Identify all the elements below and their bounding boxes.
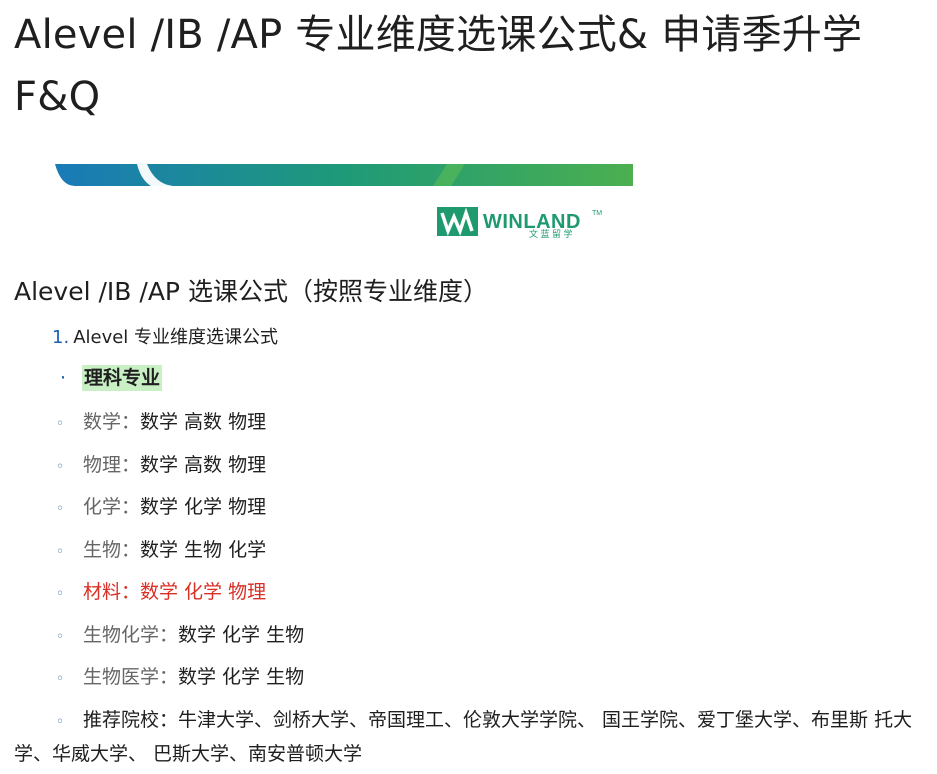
- hollow-circle-icon: ◦: [56, 671, 65, 687]
- subject-row: ◦ 生物：数学 生物 化学: [56, 534, 266, 568]
- subject-label: 数学：: [83, 411, 141, 433]
- ordered-list-item: 1. Alevel 专业维度选课公式: [52, 324, 278, 352]
- winland-banner: WINLAND TM 文 蓝 留 学: [55, 164, 635, 244]
- highlighted-category: 理科专业: [82, 365, 163, 391]
- subject-label: 材料：: [83, 581, 141, 603]
- recommended-label: 推荐院校：: [83, 709, 179, 731]
- hollow-circle-icon: ◦: [56, 501, 65, 517]
- banner-graphic: WINLAND TM 文 蓝 留 学: [55, 164, 633, 239]
- hollow-circle-icon: ◦: [56, 714, 65, 730]
- subject-value: 数学 化学 物理: [140, 581, 267, 603]
- list-number: 1.: [52, 327, 70, 348]
- subject-row: ◦ 化学：数学 化学 物理: [56, 491, 266, 525]
- subject-row: ◦ 物理：数学 高数 物理: [56, 449, 266, 483]
- subject-label: 物理：: [83, 454, 141, 476]
- subject-label: 生物化学：: [83, 624, 179, 646]
- hollow-circle-icon: ◦: [56, 459, 65, 475]
- bullet-item: · 理科专业: [60, 362, 163, 394]
- hollow-circle-icon: ◦: [56, 544, 65, 560]
- subject-value: 数学 化学 生物: [178, 624, 305, 646]
- subject-value: 数学 化学 物理: [140, 496, 267, 518]
- hollow-circle-icon: ◦: [56, 416, 65, 432]
- subject-row: ◦ 数学：数学 高数 物理: [56, 406, 266, 440]
- subject-row: ◦ 生物医学：数学 化学 生物: [56, 661, 304, 695]
- list-item-text: Alevel 专业维度选课公式: [73, 327, 279, 348]
- logo-subtitle: 文 蓝 留 学: [529, 228, 573, 239]
- subject-row: ◦ 生物化学：数学 化学 生物: [56, 619, 304, 653]
- subject-row-highlighted: ◦ 材料：数学 化学 物理: [56, 576, 266, 610]
- logo-tm: TM: [592, 210, 602, 217]
- page-title: Alevel /IB /AP 专业维度选课公式& 申请季升学 F&Q: [14, 12, 863, 120]
- bullet-dot-icon: ·: [60, 367, 67, 389]
- hollow-circle-icon: ◦: [56, 629, 65, 645]
- section-heading: Alevel /IB /AP 选课公式（按照专业维度）: [14, 277, 488, 306]
- subject-value: 数学 化学 生物: [178, 666, 305, 688]
- recommended-schools: ◦ 推荐院校：牛津大学、剑桥大学、帝国理工、伦敦大学学院、 国王学院、爱丁堡大学、…: [14, 704, 914, 770]
- subject-label: 生物：: [83, 539, 141, 561]
- subject-value: 数学 生物 化学: [140, 539, 267, 561]
- subject-value: 数学 高数 物理: [140, 454, 267, 476]
- winland-logo: WINLAND TM 文 蓝 留 学: [437, 207, 602, 239]
- hollow-circle-icon: ◦: [56, 586, 65, 602]
- subject-label: 化学：: [83, 496, 141, 518]
- subject-label: 生物医学：: [83, 666, 179, 688]
- subject-value: 数学 高数 物理: [140, 411, 267, 433]
